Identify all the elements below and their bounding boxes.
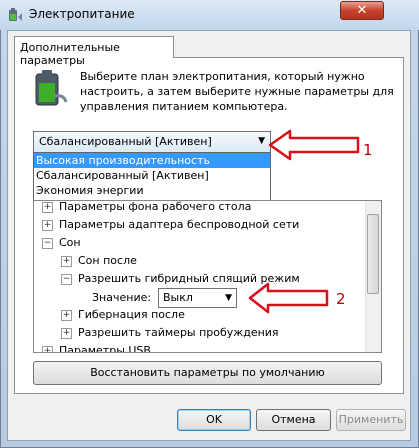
power-plan-list: Высокая производительность Сбалансирован… xyxy=(33,152,271,201)
collapse-icon[interactable]: − xyxy=(42,237,53,249)
power-options-icon xyxy=(9,8,22,21)
description-text: Выберите план электропитания, который ну… xyxy=(80,70,394,113)
restore-defaults-button[interactable]: Восстановить параметры по умолчанию xyxy=(33,361,382,385)
tree-item-label: Сон после xyxy=(78,254,137,267)
tree-item[interactable]: + Параметры USB xyxy=(42,342,151,353)
expand-icon[interactable]: + xyxy=(42,345,53,352)
annotation-number-2: 2 xyxy=(336,290,346,308)
power-plan-dropdown[interactable]: Сбалансированный [Активен] ▼ xyxy=(33,131,271,153)
tree-item-label: Сон xyxy=(59,236,81,249)
annotation-arrow-1 xyxy=(268,129,360,161)
expand-icon[interactable]: + xyxy=(61,309,72,321)
plan-option[interactable]: Высокая производительность xyxy=(34,153,270,168)
scrollbar-thumb[interactable] xyxy=(367,214,379,294)
plan-option[interactable]: Экономия энергии xyxy=(34,183,270,198)
tree-item[interactable]: + Гибернация после xyxy=(61,306,185,324)
expand-icon[interactable]: + xyxy=(42,219,53,231)
tree-item[interactable]: + Сон после xyxy=(61,252,137,270)
expand-icon[interactable]: + xyxy=(61,255,72,267)
ok-button[interactable]: OK xyxy=(177,409,251,431)
plan-option[interactable]: Сбалансированный [Активен] xyxy=(34,168,270,183)
value-label: Значение: xyxy=(92,291,152,304)
settings-tree: + Параметры фона рабочего стола + Параметр… xyxy=(33,200,382,353)
close-button[interactable]: ✕ xyxy=(340,1,384,20)
tree-item-label: Параметры USB xyxy=(59,344,151,353)
cancel-button[interactable]: Отмена xyxy=(256,409,331,431)
expand-icon[interactable]: + xyxy=(61,327,72,339)
close-icon: ✕ xyxy=(356,3,368,18)
chevron-down-icon: ▼ xyxy=(225,293,232,303)
tree-item[interactable]: + Параметры фона рабочего стола xyxy=(42,200,252,216)
tab-advanced-settings[interactable]: Дополнительные параметры xyxy=(14,36,174,67)
power-plan-value: Сбалансированный [Активен] xyxy=(39,135,212,148)
collapse-icon[interactable]: − xyxy=(61,273,72,285)
window-title: Электропитание xyxy=(29,7,135,21)
battery-icon xyxy=(35,70,68,106)
tree-item-label: Разрешить таймеры пробуждения xyxy=(78,326,279,339)
tree-item-label: Гибернация после xyxy=(78,308,185,321)
tree-item[interactable]: + Параметры адаптера беспроводной сети xyxy=(42,216,299,234)
tree-item[interactable]: + Разрешить таймеры пробуждения xyxy=(61,324,279,342)
expand-icon[interactable]: + xyxy=(42,201,53,213)
tree-item[interactable]: − Сон xyxy=(42,234,81,252)
hybrid-sleep-value-dropdown[interactable]: Выкл ▼ xyxy=(158,288,237,308)
hybrid-sleep-value: Выкл xyxy=(163,291,193,304)
apply-button[interactable]: Применить xyxy=(336,409,406,431)
chevron-down-icon: ▼ xyxy=(258,136,265,146)
tree-item-label: Параметры адаптера беспроводной сети xyxy=(59,218,300,231)
annotation-number-1: 1 xyxy=(363,141,373,159)
annotation-arrow-2 xyxy=(248,282,329,314)
tree-item-label: Параметры фона рабочего стола xyxy=(59,200,252,213)
